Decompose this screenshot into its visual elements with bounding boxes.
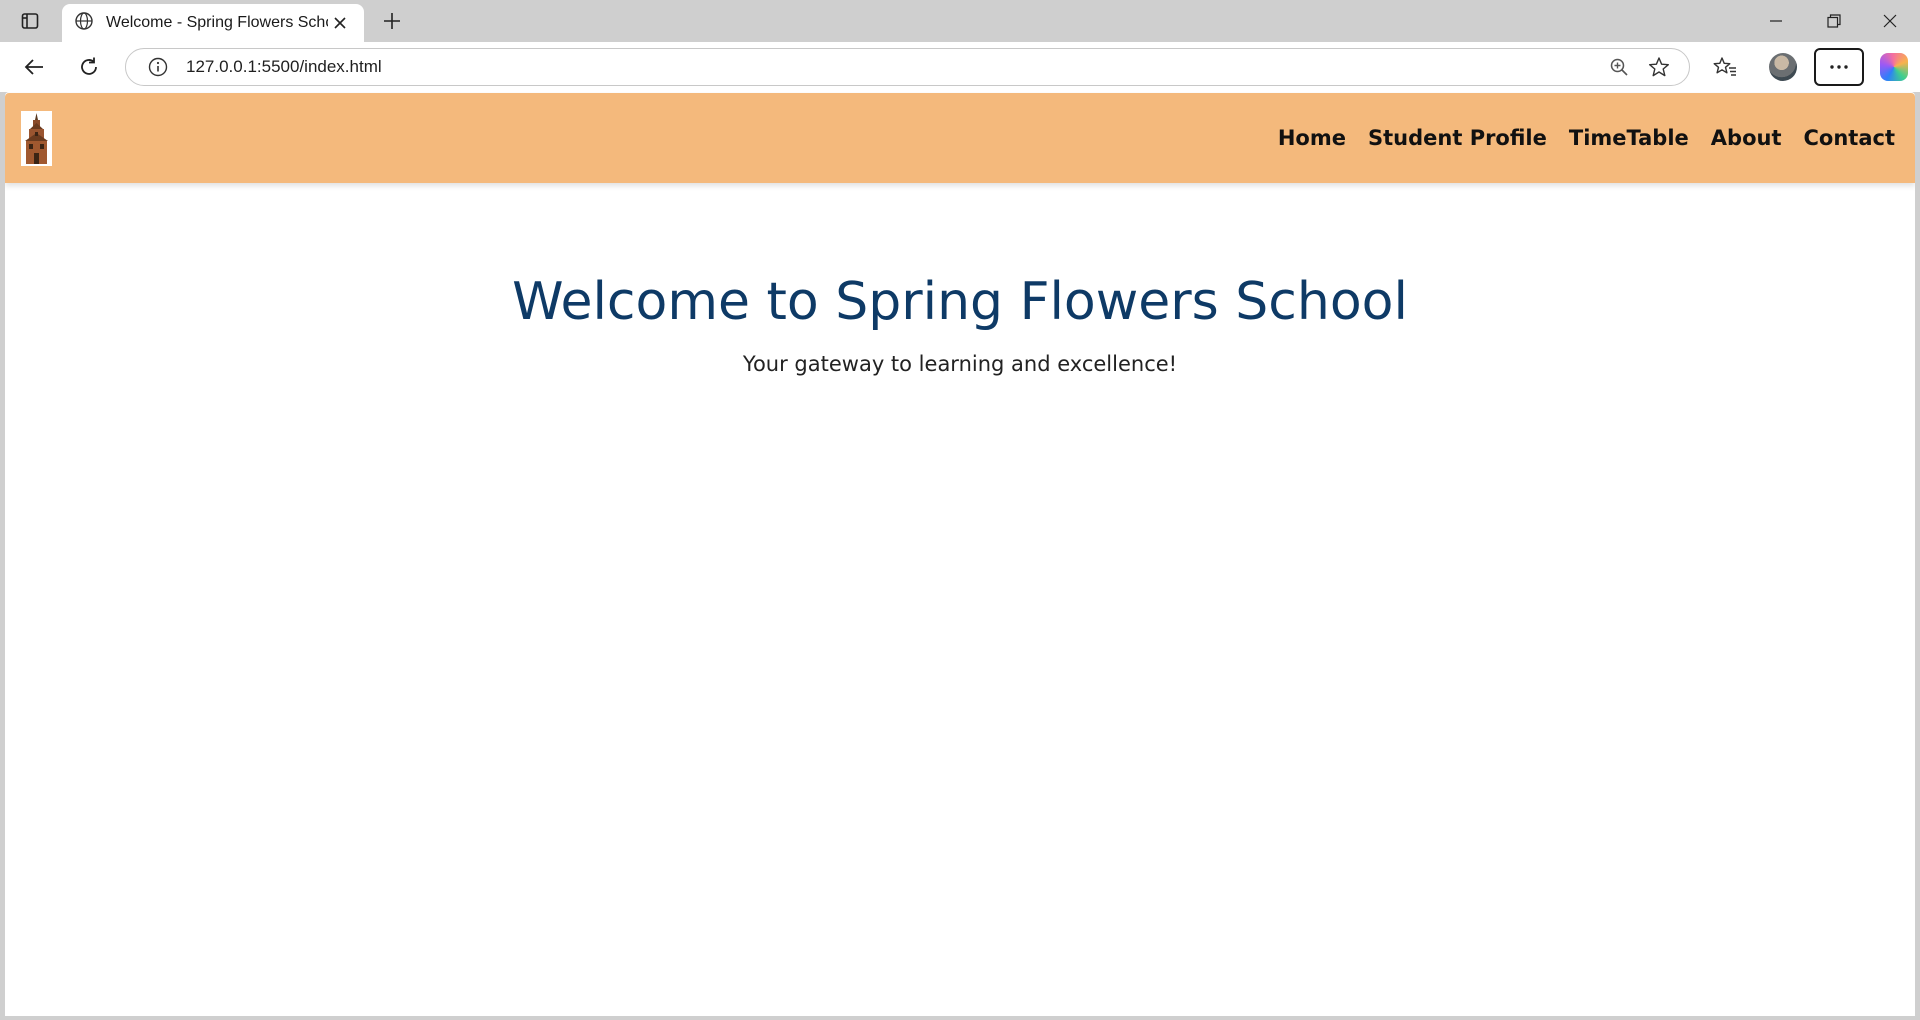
copilot-icon[interactable] <box>1876 49 1912 85</box>
nav-student-profile[interactable]: Student Profile <box>1368 126 1547 150</box>
tab-title: Welcome - Spring Flowers School <box>106 14 328 31</box>
url-text[interactable]: 127.0.0.1:5500/index.html <box>186 57 1599 77</box>
restore-icon[interactable] <box>1806 0 1862 42</box>
page-title: Welcome to Spring Flowers School <box>512 272 1408 332</box>
zoom-icon[interactable] <box>1599 49 1639 85</box>
browser-toolbar: 127.0.0.1:5500/index.html <box>0 42 1920 92</box>
address-bar[interactable]: 127.0.0.1:5500/index.html <box>125 48 1690 86</box>
tab-strip: Welcome - Spring Flowers School <box>0 0 1920 42</box>
main-nav: Home Student Profile TimeTable About Con… <box>1278 93 1895 183</box>
back-icon[interactable] <box>16 49 52 85</box>
plus-icon[interactable] <box>376 6 408 36</box>
browser-tab[interactable]: Welcome - Spring Flowers School <box>62 4 364 42</box>
favorites-icon[interactable] <box>1707 49 1743 85</box>
globe-icon <box>74 11 94 36</box>
school-building-icon[interactable] <box>21 111 52 166</box>
nav-about[interactable]: About <box>1711 126 1782 150</box>
site-header: Home Student Profile TimeTable About Con… <box>5 93 1915 183</box>
reload-icon[interactable] <box>71 49 107 85</box>
nav-timetable[interactable]: TimeTable <box>1569 126 1689 150</box>
more-icon[interactable] <box>1814 48 1864 86</box>
close-icon[interactable] <box>328 11 352 35</box>
nav-contact[interactable]: Contact <box>1804 126 1896 150</box>
info-icon[interactable] <box>138 49 178 85</box>
profile-avatar[interactable] <box>1765 49 1801 85</box>
minimize-icon[interactable] <box>1748 0 1804 42</box>
star-icon[interactable] <box>1639 49 1679 85</box>
page-viewport: Home Student Profile TimeTable About Con… <box>5 92 1915 1016</box>
hero-section: Welcome to Spring Flowers School Your ga… <box>5 272 1915 376</box>
window-close-icon[interactable] <box>1862 0 1918 42</box>
nav-home[interactable]: Home <box>1278 126 1346 150</box>
tab-actions-icon[interactable] <box>8 6 52 36</box>
page-subtitle: Your gateway to learning and excellence! <box>742 352 1178 376</box>
